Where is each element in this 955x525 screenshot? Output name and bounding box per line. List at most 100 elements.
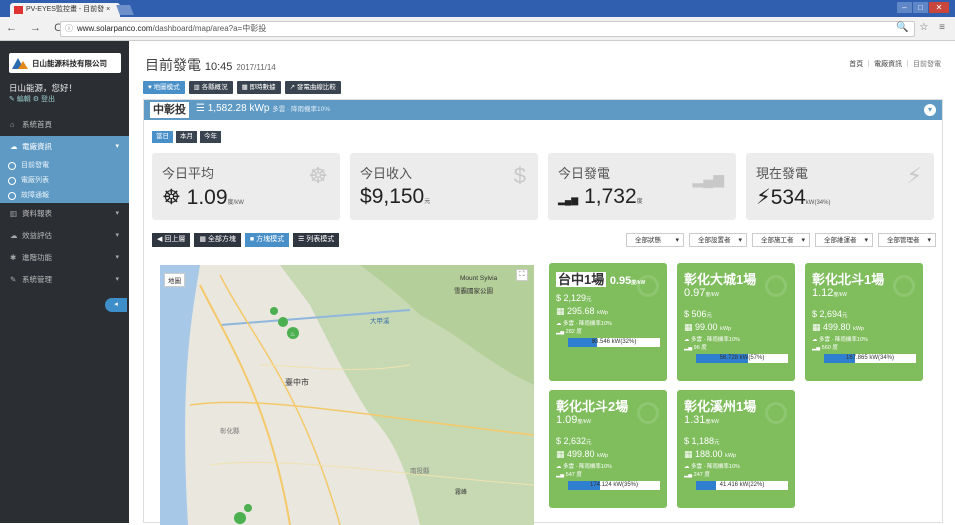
user-links[interactable]: ✎ 編輯 ⚙ 登出 bbox=[9, 94, 55, 104]
chevron-down-icon: ▾ bbox=[115, 276, 119, 283]
new-tab-button[interactable] bbox=[116, 5, 134, 15]
home-icon: ⌂ bbox=[10, 120, 15, 129]
plant-efficiency: 0.95度/kW bbox=[610, 275, 645, 287]
plant-income-value: 2,632 bbox=[563, 436, 587, 446]
plant-capacity-unit: kWp bbox=[720, 326, 732, 332]
browser-tab-title: PV-EYES監控畫 - 目前發 × bbox=[26, 6, 111, 13]
panel-collapse-button[interactable]: ▾ bbox=[924, 104, 936, 116]
back-button[interactable]: ◀ 回上層 bbox=[152, 233, 191, 247]
stat-value: ☸ 1.09度/kW bbox=[162, 185, 244, 210]
browser-tools[interactable]: 🔍 ☆ ≡ bbox=[896, 22, 949, 33]
sidebar-item-plant-info[interactable]: ☁ 電廠資訊 ▾ bbox=[0, 136, 129, 158]
tab-realtime-data[interactable]: ▦ 即時數據 bbox=[236, 81, 281, 94]
manager-filter-select[interactable]: 全部管理者 bbox=[878, 233, 936, 248]
period-month-button[interactable]: 本月 bbox=[176, 131, 197, 143]
sidebar-submenu: 目前發電 電廠列表 故障通報 bbox=[0, 158, 129, 203]
plant-name: 彰化溪州1場 bbox=[684, 399, 757, 414]
map-pin-icon[interactable] bbox=[244, 504, 252, 512]
page-title: 目前發電 10:45 2017/11/14 bbox=[145, 55, 276, 75]
stat-card-power: 現在發電 ⚡534kW(34%) ⚡ bbox=[746, 153, 934, 220]
plant-card[interactable]: 彰化北斗2場 1.09度/kW $ 2,632元 ▦ 499.80 kWp ☁ … bbox=[549, 390, 667, 508]
maintainer-filter-select[interactable]: 全部維運者 bbox=[815, 233, 873, 248]
browser-tab[interactable]: PV-EYES監控畫 - 目前發 × bbox=[10, 3, 120, 17]
circle-icon bbox=[765, 275, 787, 297]
plant-card[interactable]: 台中1場 0.95度/kW $ 2,129元 ▦ 295.68 kWp ☁ 多雲… bbox=[549, 263, 667, 381]
stat-number: 534 bbox=[770, 186, 806, 209]
power-bar-text: 167.865 kW(34%) bbox=[845, 355, 895, 361]
sidebar-item-label: 資料報表 bbox=[22, 209, 52, 218]
map-pin-icon[interactable] bbox=[234, 512, 246, 524]
period-year-button[interactable]: 今年 bbox=[200, 131, 221, 143]
map-label: Mount Sylvia bbox=[460, 275, 498, 282]
tab-county-overview[interactable]: ▥ 各縣概況 bbox=[188, 81, 233, 94]
plant-weather: ☁ 多雲 · 降雨機率10% bbox=[556, 464, 612, 470]
window-close-button[interactable]: ✕ bbox=[929, 2, 949, 13]
maximize-button[interactable]: □ bbox=[913, 2, 928, 13]
breadcrumb-plant-info[interactable]: 電廠資訊 bbox=[874, 61, 902, 68]
stat-label: 今日收入 bbox=[360, 166, 413, 181]
block-mode-button[interactable]: ■ 方塊模式 bbox=[244, 233, 290, 247]
installer-filter-select[interactable]: 全部設置者 bbox=[689, 233, 747, 248]
plant-capacity-value: 499.80 bbox=[823, 322, 851, 332]
sidebar-item-benefit[interactable]: ☁ 效益評估 ▾ bbox=[0, 225, 129, 247]
power-bar-text: 174.124 kW(35%) bbox=[589, 482, 639, 488]
stat-card-generation: 今日發電 ▂▄▆ 1,732度 ▂▄▆ bbox=[548, 153, 736, 220]
sidebar-collapse-button[interactable]: ◂ bbox=[105, 298, 127, 312]
breadcrumb-home[interactable]: 首頁 bbox=[849, 61, 863, 68]
window-controls: – □ ✕ bbox=[897, 2, 949, 13]
map-pin-icon[interactable]: ♨ bbox=[287, 327, 299, 339]
plant-income: $ 506元 bbox=[684, 309, 713, 319]
plant-income: $ 1,188元 bbox=[684, 436, 720, 446]
plant-income-value: 506 bbox=[691, 309, 707, 319]
builder-filter-select[interactable]: 全部施工者 bbox=[752, 233, 810, 248]
stat-unit: 度 bbox=[636, 199, 643, 205]
stat-label: 今日平均 bbox=[162, 166, 215, 181]
sidebar-item-advanced[interactable]: ✱ 進階功能 ▾ bbox=[0, 247, 129, 269]
tab-generation-curve[interactable]: ↗ 發電曲線比較 bbox=[284, 81, 341, 94]
period-today-button[interactable]: 當日 bbox=[152, 131, 173, 143]
map-canvas[interactable]: ♨ bbox=[160, 265, 534, 525]
sidebar-subitem-fault-report[interactable]: 故障通報 bbox=[0, 188, 129, 203]
sidebar-item-system[interactable]: ✎ 系統管理 ▾ bbox=[0, 269, 129, 291]
map-pin-icon[interactable] bbox=[278, 317, 288, 327]
sidebar-subitem-plant-list[interactable]: 電廠列表 bbox=[0, 173, 129, 188]
plant-efficiency: 0.97度/kW bbox=[684, 287, 719, 299]
company-logo[interactable]: 日山能源科技有限公司 bbox=[9, 53, 121, 73]
sidebar-item-reports[interactable]: ▥ 資料報表 ▾ bbox=[0, 203, 129, 225]
plant-capacity-value: 99.00 bbox=[695, 322, 718, 332]
plant-power-bar: 56.728 kW(57%) bbox=[696, 354, 788, 363]
map-fullscreen-button[interactable]: ⛶ bbox=[516, 269, 528, 281]
plant-card[interactable]: 彰化大城1場 0.97度/kW $ 506元 ▦ 99.00 kWp ☁ 多雲 … bbox=[677, 263, 795, 381]
plant-capacity: ▦ 499.80 kWp bbox=[556, 449, 609, 459]
plant-efficiency-unit: 度/kW bbox=[833, 292, 848, 298]
plant-efficiency: 1.31度/kW bbox=[684, 414, 719, 426]
sidebar-item-label: 進階功能 bbox=[22, 253, 52, 262]
address-bar[interactable]: ⓘ www.solarpanco.com/dashboard/map/area?… bbox=[60, 21, 915, 37]
minimize-button[interactable]: – bbox=[897, 2, 912, 13]
map-type-button[interactable]: 地圖 bbox=[164, 273, 185, 287]
map-pin-icon[interactable] bbox=[270, 307, 278, 315]
plant-card[interactable]: 彰化北斗1場 1.12度/kW $ 2,694元 ▦ 499.80 kWp ☁ … bbox=[805, 263, 923, 381]
current-time: 10:45 bbox=[204, 61, 233, 73]
status-filter-select[interactable]: 全部狀態 bbox=[626, 233, 684, 248]
svg-text:♨: ♨ bbox=[290, 331, 295, 338]
stat-value: $9,150元 bbox=[360, 185, 430, 209]
circle-icon bbox=[893, 275, 915, 297]
stat-value: ▂▄▆ 1,732度 bbox=[558, 185, 643, 209]
address-bar-row: ← → C ⌂ ⓘ www.solarpanco.com/dashboard/m… bbox=[0, 17, 955, 41]
plant-power-bar: 174.124 kW(35%) bbox=[568, 481, 660, 490]
sidebar-item-home[interactable]: ⌂ 系統首頁 bbox=[0, 114, 129, 136]
site-info-icon[interactable]: ⓘ bbox=[65, 22, 73, 36]
sidebar-subitem-current-generation[interactable]: 目前發電 bbox=[0, 158, 129, 173]
region-map[interactable]: ♨ 地圖 ⛶ Mount Sylvia 雪霸國家公園 大甲溪 臺中市 彰化縣 南… bbox=[160, 265, 534, 525]
all-blocks-button[interactable]: ▦ 全部方塊 bbox=[194, 233, 241, 247]
chevron-down-icon: ▾ bbox=[115, 143, 119, 150]
chevron-down-icon: ▾ bbox=[115, 210, 119, 217]
plant-name: 台中1場 0.95度/kW bbox=[556, 269, 645, 288]
plant-card[interactable]: 彰化溪州1場 1.31度/kW $ 1,188元 ▦ 188.00 kWp ☁ … bbox=[677, 390, 795, 508]
list-mode-button[interactable]: ☰ 列表模式 bbox=[293, 233, 340, 247]
tab-map-mode[interactable]: ♥ 地圖模式 bbox=[143, 81, 185, 94]
map-label: 臺中市 bbox=[285, 378, 309, 387]
plant-efficiency: 1.12度/kW bbox=[812, 287, 847, 299]
speedometer-icon: ☸ bbox=[162, 186, 181, 209]
